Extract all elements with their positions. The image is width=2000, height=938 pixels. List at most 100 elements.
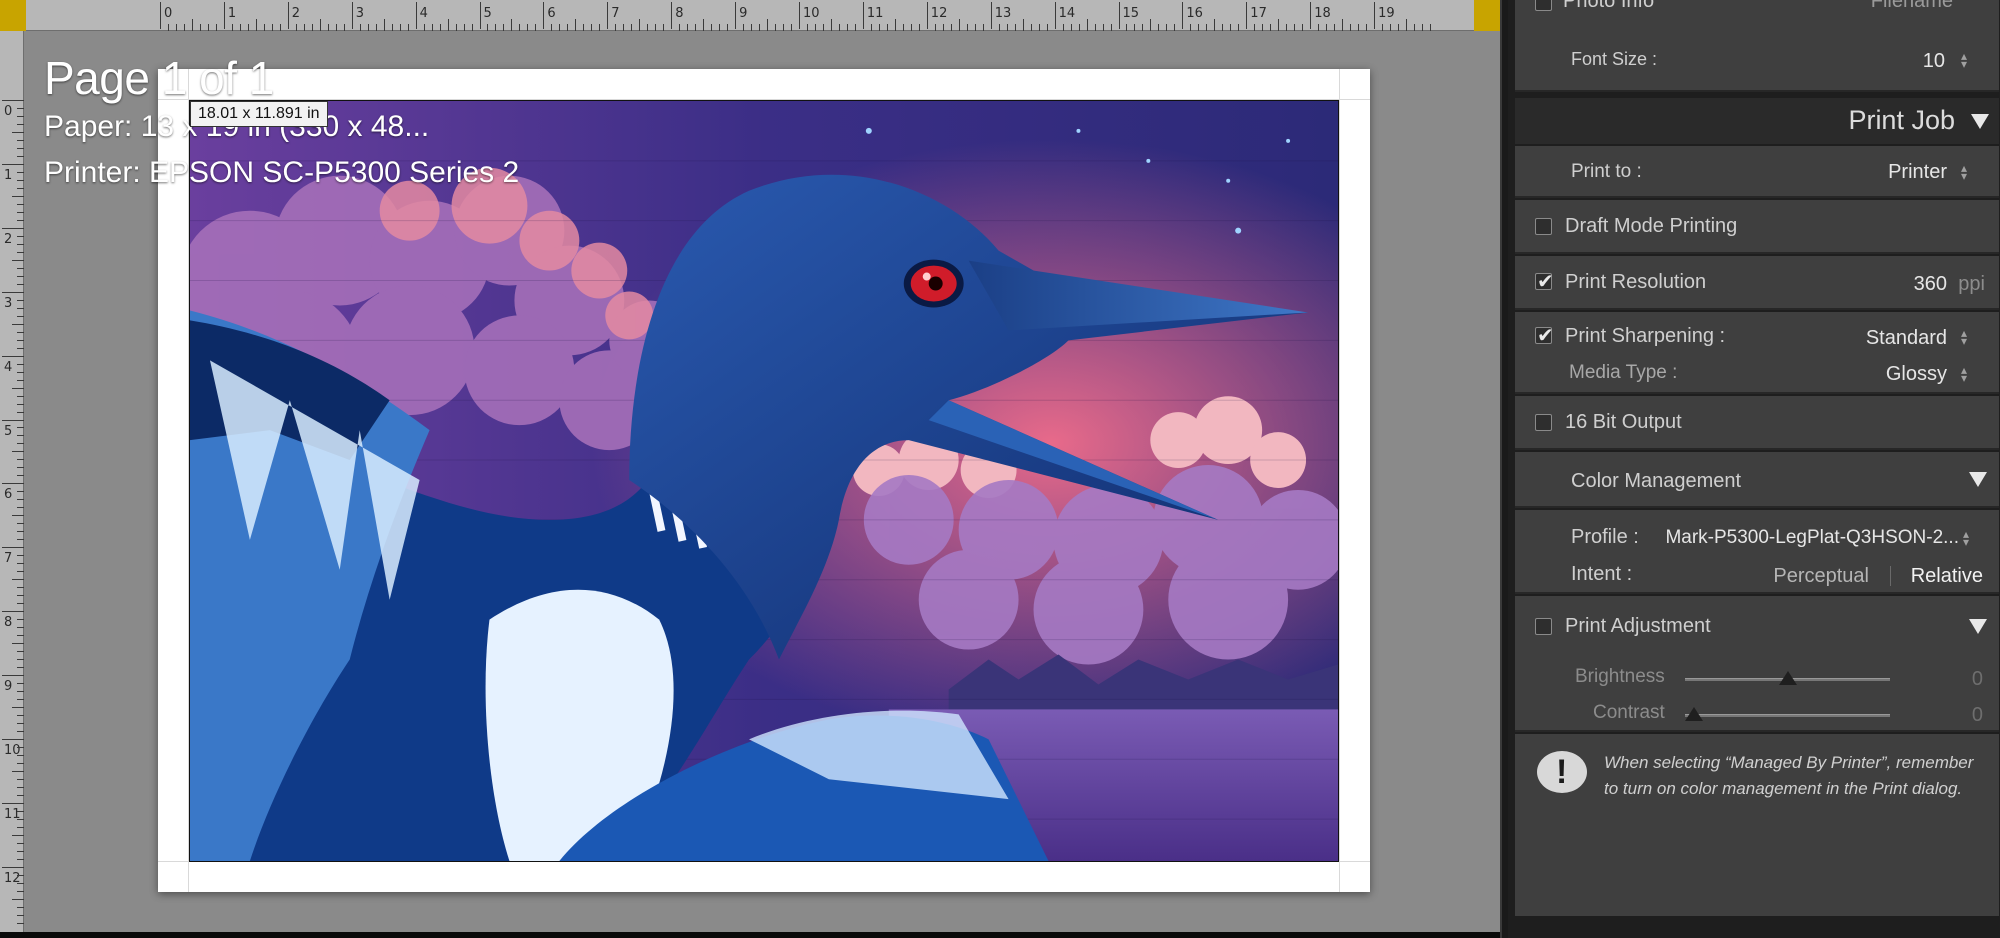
ruler-minor-tick	[17, 890, 24, 892]
ruler-minor-tick	[12, 834, 24, 836]
ruler-major-tick	[799, 2, 800, 29]
ruler-minor-tick	[1334, 24, 1336, 31]
ruler-minor-tick	[17, 315, 24, 317]
ruler-top-label: 18	[1314, 6, 1331, 21]
ruler-minor-tick	[17, 427, 24, 429]
ruler-minor-tick	[527, 24, 529, 31]
ruler-major-tick	[1246, 2, 1248, 29]
collapse-triangle-icon[interactable]	[1971, 114, 1989, 129]
ruler-minor-tick	[17, 179, 24, 181]
contrast-slider-track[interactable]	[1685, 714, 1890, 717]
ruler-minor-tick	[1038, 24, 1040, 31]
ruler-major-tick	[415, 2, 417, 29]
ruler-minor-tick	[17, 882, 24, 884]
ruler-left-label: 5	[4, 423, 13, 439]
intent-relative-option[interactable]: Relative	[1911, 565, 1983, 588]
color-management-header[interactable]: Color Management	[1515, 452, 1999, 508]
ruler-minor-tick	[17, 467, 24, 469]
ruler-minor-tick	[1294, 24, 1296, 31]
draft-mode-checkbox[interactable]	[1535, 218, 1552, 235]
media-type-stepper-icon[interactable]: ▴ ▾	[1961, 364, 1971, 384]
ruler-minor-tick	[950, 24, 952, 31]
print-to-label: Print to :	[1571, 161, 1642, 182]
ruler-top-label: 16	[1186, 6, 1203, 21]
profile-stepper-icon[interactable]: ▴ ▾	[1963, 528, 1973, 548]
intent-perceptual-option[interactable]: Perceptual	[1773, 565, 1869, 588]
print-job-panel-header[interactable]: Print Job	[1515, 98, 1999, 144]
ruler-minor-tick	[17, 651, 24, 653]
ruler-minor-tick	[17, 659, 24, 661]
photo-cell[interactable]	[189, 100, 1339, 862]
ruler-minor-tick	[391, 24, 393, 31]
print-to-stepper-icon[interactable]: ▴ ▾	[1961, 162, 1971, 182]
contrast-value[interactable]: 0	[1972, 704, 1983, 727]
color-management-triangle-icon[interactable]	[1969, 472, 1987, 487]
ruler-minor-tick	[17, 906, 24, 908]
ruler-minor-tick	[311, 24, 313, 31]
ruler-minor-tick	[1214, 19, 1216, 31]
bit-output-checkbox[interactable]	[1535, 414, 1552, 431]
panel-divider[interactable]	[1500, 0, 1508, 938]
cell-dimensions-badge: 18.01 x 11.891 in	[190, 101, 328, 127]
ruler-minor-tick	[17, 762, 24, 764]
profile-select[interactable]: Mark-P5300-LegPlat-Q3HSON-2...	[1665, 527, 1959, 549]
ruler-left-label: 3	[4, 295, 13, 311]
ruler-minor-tick	[1270, 24, 1272, 31]
print-resolution-row: ✔ Print Resolution 360 ppi	[1515, 256, 1999, 310]
ruler-minor-tick	[255, 19, 257, 31]
ruler-minor-tick	[687, 24, 689, 31]
print-sharpening-stepper-icon[interactable]: ▴ ▾	[1961, 327, 1971, 347]
ruler-major-tick	[735, 2, 737, 29]
ruler-major-tick	[1374, 2, 1376, 29]
brightness-value[interactable]: 0	[1972, 668, 1983, 691]
photo-info-label: Photo Info	[1563, 0, 1655, 12]
ruler-minor-tick	[17, 723, 24, 725]
print-sharpening-select[interactable]: Standard	[1866, 327, 1947, 350]
print-resolution-value[interactable]: 360	[1914, 273, 1947, 296]
print-adjustment-triangle-icon[interactable]	[1969, 619, 1987, 634]
ruler-minor-tick	[175, 24, 177, 31]
ruler-minor-tick	[17, 539, 24, 541]
ruler-minor-tick	[934, 24, 936, 31]
profile-label: Profile :	[1571, 526, 1639, 548]
ruler-minor-tick	[17, 842, 24, 844]
font-size-value[interactable]: 10	[1923, 50, 1945, 73]
print-resolution-checkbox[interactable]: ✔	[1535, 269, 1554, 293]
print-to-select[interactable]: Printer	[1888, 161, 1947, 184]
ruler-minor-tick	[17, 107, 24, 109]
ruler-minor-tick	[767, 19, 769, 31]
brightness-slider-thumb[interactable]	[1779, 671, 1797, 685]
print-adjustment-checkbox[interactable]	[1535, 618, 1552, 635]
print-sharpening-checkbox[interactable]: ✔	[1535, 323, 1554, 347]
ruler-minor-tick	[511, 19, 513, 31]
ruler-major-tick	[1054, 2, 1056, 29]
ruler-minor-tick	[854, 24, 856, 31]
overlay-settings-section: Photo Info Filename Font Size : 10 ▴ ▾	[1515, 0, 1999, 92]
ruler-minor-tick	[998, 24, 1000, 31]
ruler-minor-tick	[17, 571, 24, 573]
ruler-minor-tick	[559, 24, 561, 31]
ruler-minor-tick	[631, 24, 633, 31]
photo-info-checkbox[interactable]	[1535, 0, 1552, 11]
ruler-minor-tick	[1358, 24, 1360, 31]
print-adjustment-label: Print Adjustment	[1565, 615, 1711, 637]
ruler-minor-tick	[17, 627, 24, 629]
ruler-major-tick	[926, 2, 928, 29]
ruler-major-tick	[2, 547, 24, 549]
ruler-minor-tick	[1366, 24, 1368, 31]
ruler-major-tick	[543, 2, 545, 29]
ruler-minor-tick	[239, 24, 241, 31]
contrast-slider-thumb[interactable]	[1685, 707, 1703, 721]
ruler-minor-tick	[17, 731, 24, 732]
draft-mode-row: Draft Mode Printing	[1515, 200, 1999, 254]
ruler-minor-tick	[1326, 24, 1328, 31]
photo-info-value[interactable]: Filename	[1871, 0, 1953, 13]
print-adjustment-section: Print Adjustment Brightness 0 Contrast 0	[1515, 596, 1999, 732]
font-size-stepper[interactable]: ▴ ▾	[1961, 50, 1971, 70]
color-management-settings: Profile : Mark-P5300-LegPlat-Q3HSON-2...…	[1515, 510, 1999, 594]
ruler-minor-tick	[17, 379, 24, 381]
ruler-top-label: 0	[164, 6, 173, 21]
ruler-minor-tick	[12, 195, 24, 197]
media-type-select[interactable]: Glossy	[1886, 363, 1947, 386]
ruler-major-tick	[671, 2, 673, 29]
